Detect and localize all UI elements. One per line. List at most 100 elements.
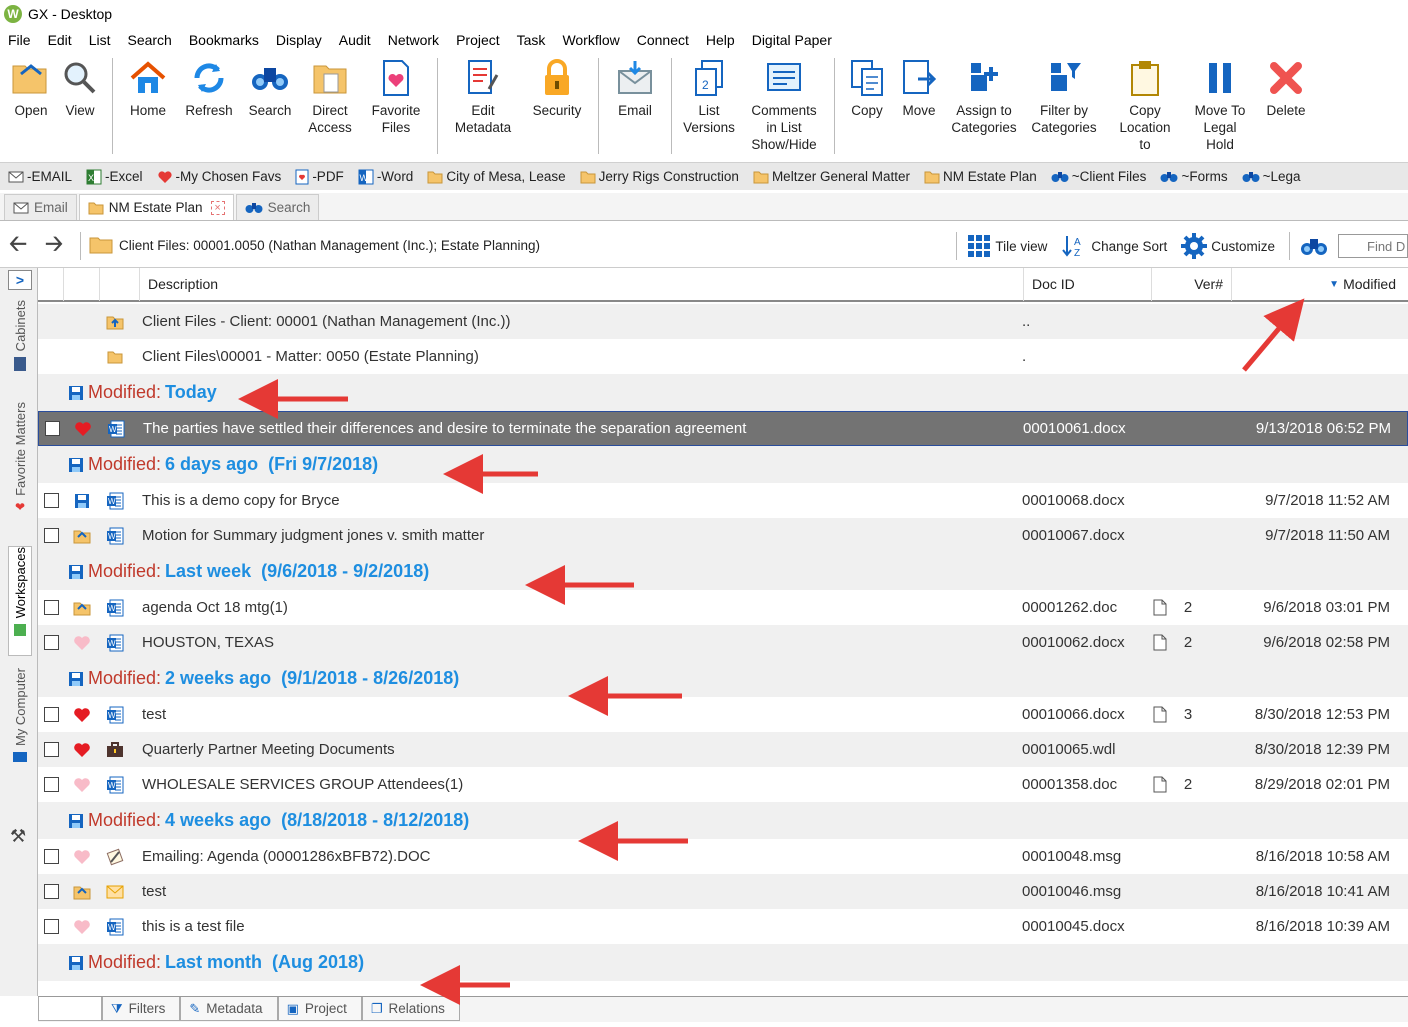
- home-button[interactable]: Home: [119, 54, 177, 154]
- table-row[interactable]: test 00010046.msg 8/16/2018 10:41 AM: [38, 874, 1408, 909]
- menu-help[interactable]: Help: [706, 32, 735, 48]
- header-docid[interactable]: Doc ID: [1024, 268, 1152, 301]
- table-row[interactable]: W WHOLESALE SERVICES GROUP Attendees(1) 00…: [38, 767, 1408, 802]
- menu-bookmarks[interactable]: Bookmarks: [189, 32, 259, 48]
- menu-file[interactable]: File: [8, 32, 31, 48]
- checkbox[interactable]: [43, 919, 59, 934]
- expand-chevron-icon[interactable]: >: [8, 270, 32, 290]
- open-button[interactable]: Open: [8, 54, 54, 154]
- row-checkbox[interactable]: [38, 777, 64, 792]
- menu-workflow[interactable]: Workflow: [562, 32, 619, 48]
- search-button[interactable]: Search: [241, 54, 299, 154]
- save-icon[interactable]: [64, 493, 100, 509]
- header-ver[interactable]: Ver#: [1152, 268, 1232, 301]
- table-row[interactable]: W HOUSTON, TEXAS 00010062.docx 2 9/6/2018 02…: [38, 625, 1408, 660]
- table-row[interactable]: Wthis is a test file 00010045.docx 8/16/20…: [38, 909, 1408, 944]
- group-header[interactable]: Modified: Today: [38, 374, 1408, 411]
- binoculars-icon[interactable]: [1300, 235, 1328, 257]
- menu-project[interactable]: Project: [456, 32, 500, 48]
- table-row[interactable]: Emailing: Agenda (00001286xBFB72).DOC 000…: [38, 839, 1408, 874]
- checkbox[interactable]: [44, 421, 60, 436]
- menu-task[interactable]: Task: [517, 32, 546, 48]
- comments-in-list-showhide-button[interactable]: Comments in List Show/Hide: [740, 54, 828, 154]
- move-to-legal-hold-button[interactable]: Move To Legal Hold: [1185, 54, 1255, 154]
- menu-audit[interactable]: Audit: [339, 32, 371, 48]
- list-versions-button[interactable]: 2 List Versions: [678, 54, 740, 154]
- checkbox[interactable]: [43, 884, 59, 899]
- row-checkbox[interactable]: [38, 742, 64, 757]
- parent-folder-row[interactable]: Client Files\00001 - Matter: 0050 (Estat…: [38, 339, 1408, 374]
- vtab-my-computer[interactable]: My Computer: [8, 668, 32, 788]
- menu-search[interactable]: Search: [127, 32, 171, 48]
- menu-edit[interactable]: Edit: [48, 32, 72, 48]
- row-checkbox[interactable]: [38, 707, 64, 722]
- vtab-cabinets[interactable]: Cabinets: [8, 300, 32, 392]
- forward-arrow-icon[interactable]: 🡢: [36, 227, 72, 265]
- group-header[interactable]: Modified: 2 weeks ago (9/1/2018 - 8/26/20…: [38, 660, 1408, 697]
- checkbox[interactable]: [43, 635, 59, 650]
- security-button[interactable]: Security: [522, 54, 592, 154]
- row-checkbox[interactable]: [38, 635, 64, 650]
- bottom-tab-blank[interactable]: [38, 997, 102, 1021]
- bottom-tab-filters[interactable]: ⧩ Filters: [102, 997, 181, 1021]
- favorite-item[interactable]: City of Mesa, Lease: [427, 169, 566, 184]
- menu-display[interactable]: Display: [276, 32, 322, 48]
- favorite-item[interactable]: NM Estate Plan: [924, 169, 1037, 184]
- heart-red-icon[interactable]: [65, 421, 101, 437]
- email-button[interactable]: Email: [605, 54, 665, 154]
- customize-button[interactable]: Customize: [1181, 233, 1275, 259]
- vtab-favorite-matters[interactable]: Favorite Matters ❤: [8, 402, 32, 536]
- row-checkbox[interactable]: [38, 849, 64, 864]
- heart-pink-icon[interactable]: [64, 777, 100, 793]
- parent-folder-row[interactable]: Client Files - Client: 00001 (Nathan Man…: [38, 304, 1408, 339]
- row-checkbox[interactable]: [38, 600, 64, 615]
- heart-red-icon[interactable]: [64, 742, 100, 758]
- heart-pink-icon[interactable]: [64, 635, 100, 651]
- table-row[interactable]: W The parties have settled their differen…: [38, 411, 1408, 446]
- header-description[interactable]: Description: [140, 268, 1024, 301]
- bottom-tab-project[interactable]: ▣ Project: [277, 997, 362, 1021]
- edit-metadata-button[interactable]: Edit Metadata: [444, 54, 522, 154]
- change-sort-button[interactable]: A Z Change Sort: [1061, 234, 1167, 258]
- row-checkbox[interactable]: [38, 493, 64, 508]
- assign-to-categories-button[interactable]: Assign to Categories: [945, 54, 1023, 154]
- tools-icon[interactable]: ⚒: [10, 826, 26, 847]
- table-row[interactable]: Wagenda Oct 18 mtg(1) 00001262.doc 2 9/6/20…: [38, 590, 1408, 625]
- tab-search[interactable]: Search: [235, 194, 320, 220]
- checkbox[interactable]: [43, 849, 59, 864]
- menu-list[interactable]: List: [89, 32, 111, 48]
- checkbox[interactable]: [43, 707, 59, 722]
- favorite-item[interactable]: W -Word: [358, 169, 413, 185]
- favorite-item[interactable]: ~Client Files: [1051, 169, 1146, 184]
- table-row[interactable]: W This is a demo copy for Bryce 00010068.d…: [38, 483, 1408, 518]
- view-button[interactable]: View: [54, 54, 106, 154]
- open-icon[interactable]: [64, 600, 100, 616]
- menu-network[interactable]: Network: [388, 32, 439, 48]
- favorite-item[interactable]: Meltzer General Matter: [753, 169, 910, 184]
- checkbox[interactable]: [43, 742, 59, 757]
- checkbox[interactable]: [43, 600, 59, 615]
- row-checkbox[interactable]: [38, 528, 64, 543]
- favorite-item[interactable]: ~Lega: [1242, 169, 1301, 184]
- row-checkbox[interactable]: [38, 919, 64, 934]
- menu-connect[interactable]: Connect: [637, 32, 689, 48]
- bottom-tab-relations[interactable]: ❐ Relations: [361, 997, 460, 1021]
- checkbox[interactable]: [43, 777, 59, 792]
- copy-button[interactable]: Copy: [841, 54, 893, 154]
- direct-access-button[interactable]: Direct Access: [299, 54, 361, 154]
- group-header[interactable]: Modified: 4 weeks ago (8/18/2018 - 8/12/2…: [38, 802, 1408, 839]
- group-header[interactable]: Modified: Last week (9/6/2018 - 9/2/2018): [38, 553, 1408, 590]
- menu-digital-paper[interactable]: Digital Paper: [752, 32, 832, 48]
- favorite-item[interactable]: ~Forms: [1160, 169, 1228, 184]
- back-arrow-icon[interactable]: 🡠: [0, 227, 36, 265]
- favorite-item[interactable]: -My Chosen Favs: [157, 169, 281, 184]
- group-header[interactable]: Modified: 6 days ago (Fri 9/7/2018): [38, 446, 1408, 483]
- checkbox[interactable]: [43, 528, 59, 543]
- refresh-button[interactable]: Refresh: [177, 54, 241, 154]
- group-header[interactable]: Modified: Last month (Aug 2018): [38, 944, 1408, 981]
- open-icon[interactable]: [64, 528, 100, 544]
- favorite-item[interactable]: Jerry Rigs Construction: [580, 169, 739, 184]
- favorite-files-button[interactable]: Favorite Files: [361, 54, 431, 154]
- row-checkbox[interactable]: [38, 884, 64, 899]
- favorite-item[interactable]: X -Excel: [86, 169, 143, 185]
